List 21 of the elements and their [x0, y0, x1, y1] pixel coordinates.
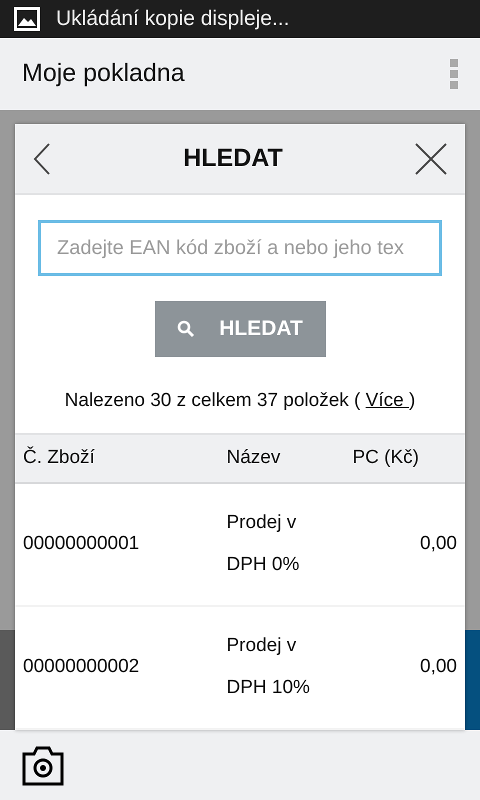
camera-icon[interactable] — [22, 744, 64, 786]
product-price: 0,00 — [420, 656, 457, 677]
result-summary: Nalezeno 30 z celkem 37 položek ( Více ) — [64, 389, 416, 413]
search-field[interactable]: Zadejte EAN kód zboží a nebo jeho tex — [38, 220, 442, 276]
search-icon — [177, 320, 196, 338]
more-link[interactable]: Více — [366, 390, 409, 411]
column-header: Název — [226, 446, 280, 468]
product-name: Prodej v DPH 10% — [226, 635, 310, 698]
back-icon[interactable] — [33, 142, 51, 174]
notification-text: Ukládání kopie displeje... — [56, 6, 290, 32]
picture-icon — [14, 7, 40, 31]
app-title: Moje pokladna — [22, 58, 185, 90]
product-price: 0,00 — [420, 532, 457, 554]
product-name: Prodej v DPH 0% — [226, 512, 300, 575]
product-row[interactable]: 00000000001 Prodej v DPH 0% 0,00 — [15, 484, 465, 606]
product-code: 00000000001 — [23, 532, 140, 554]
column-header: PC (Kč) — [352, 446, 419, 468]
column-header: Č. Zboží — [23, 446, 95, 468]
close-icon[interactable] — [415, 142, 447, 174]
product-code: 00000000002 — [23, 656, 140, 677]
dialog-title: HLEDAT — [183, 142, 283, 174]
